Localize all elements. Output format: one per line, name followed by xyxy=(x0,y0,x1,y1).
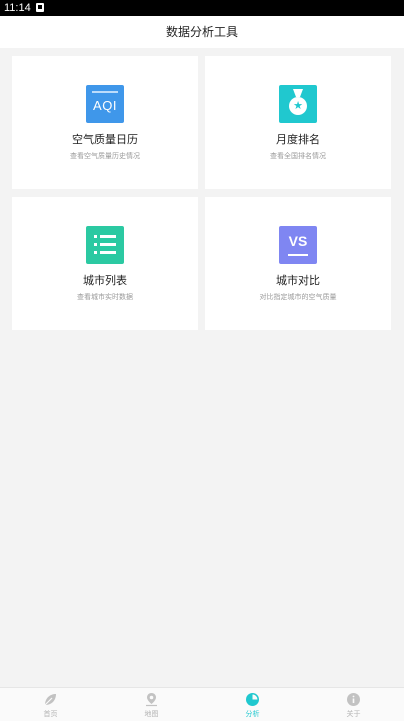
nav-label: 分析 xyxy=(245,710,260,718)
nav-label: 地图 xyxy=(144,710,159,718)
tile-aqi-calendar[interactable]: AQI 空气质量日历 查看空气质量历史情况 xyxy=(12,56,198,189)
leaf-icon xyxy=(44,694,56,706)
tile-description: 查看城市实时数据 xyxy=(77,293,133,301)
tile-description: 对比指定城市的空气质量 xyxy=(259,293,337,301)
nav-home[interactable]: 首页 xyxy=(0,688,101,721)
page-title: 数据分析工具 xyxy=(165,25,238,39)
info-icon xyxy=(347,693,360,706)
medal-icon: ★ xyxy=(279,85,317,123)
tile-title: 空气质量日历 xyxy=(72,133,138,146)
nav-analysis[interactable]: 分析 xyxy=(202,688,303,721)
app-header: 数据分析工具 xyxy=(0,16,404,48)
notification-icon xyxy=(36,3,44,12)
aqi-calendar-icon: AQI xyxy=(86,85,124,123)
pie-chart-icon xyxy=(246,693,259,706)
status-bar: 11:14 xyxy=(0,0,404,16)
nav-label: 首页 xyxy=(43,710,58,718)
tile-description: 查看全国排名情况 xyxy=(270,152,326,160)
vs-icon: VS xyxy=(279,226,317,264)
nav-label: 关于 xyxy=(346,710,361,718)
tile-city-list[interactable]: 城市列表 查看城市实时数据 xyxy=(12,197,198,330)
map-pin-icon xyxy=(146,693,157,707)
bottom-nav: 首页 地图 分析 关于 xyxy=(0,687,404,721)
list-icon xyxy=(86,226,124,264)
tile-title: 月度排名 xyxy=(276,133,320,146)
tile-city-compare[interactable]: VS 城市对比 对比指定城市的空气质量 xyxy=(205,197,391,330)
tile-description: 查看空气质量历史情况 xyxy=(70,152,140,160)
tile-title: 城市列表 xyxy=(83,274,127,287)
nav-about[interactable]: 关于 xyxy=(303,688,404,721)
nav-map[interactable]: 地图 xyxy=(101,688,202,721)
status-time: 11:14 xyxy=(4,2,31,14)
tile-title: 城市对比 xyxy=(276,274,320,287)
tile-monthly-ranking[interactable]: ★ 月度排名 查看全国排名情况 xyxy=(205,56,391,189)
